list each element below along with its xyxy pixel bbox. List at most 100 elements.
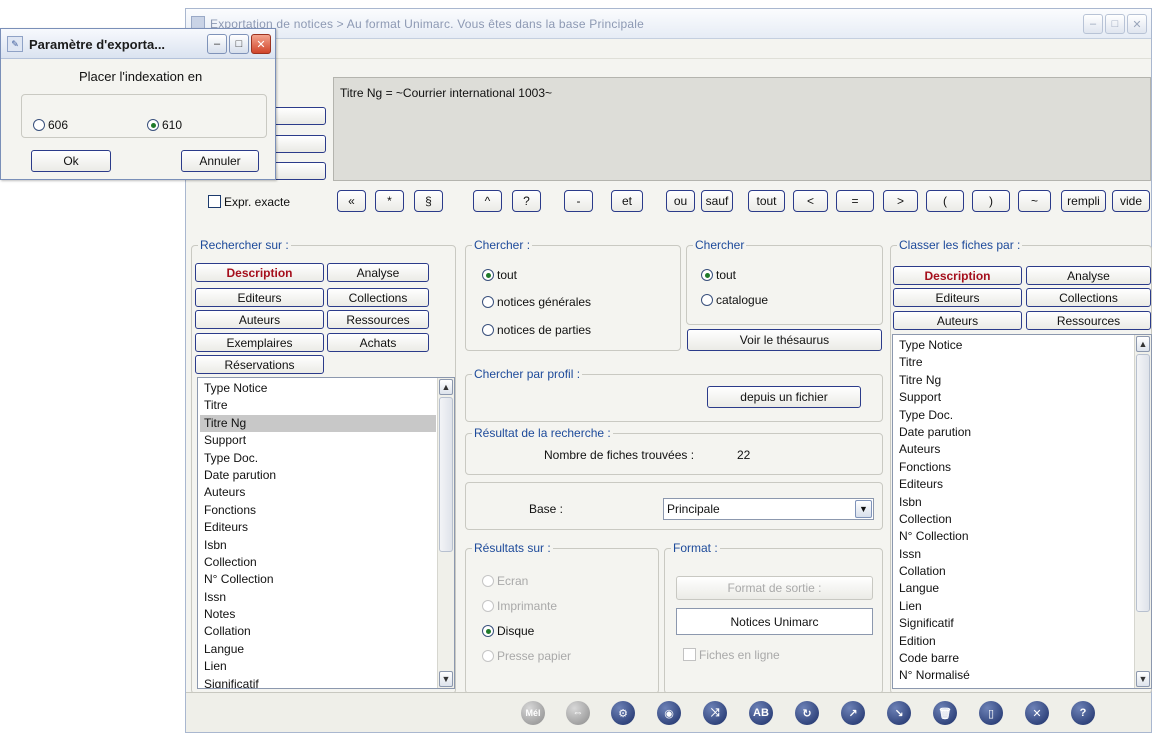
document-icon[interactable]: ▯ — [979, 701, 1003, 725]
scroll-up-icon[interactable]: ▲ — [439, 379, 453, 395]
search-auteurs-button[interactable]: Auteurs — [195, 310, 324, 329]
list-item[interactable]: Editeurs — [200, 519, 436, 536]
list-item[interactable]: Titre Ng — [200, 414, 436, 433]
list-item[interactable]: Collection — [895, 511, 1133, 528]
base-select[interactable]: Principale ▼ — [663, 498, 874, 520]
search-collections-button[interactable]: Collections — [327, 288, 429, 307]
cancel-button[interactable]: Annuler — [181, 150, 259, 172]
list-item[interactable]: Auteurs — [200, 484, 436, 501]
operator-guillemet-button[interactable]: « — [337, 190, 366, 212]
sort-description-button[interactable]: Description — [893, 266, 1022, 285]
indexation-606-radio[interactable]: 606 — [33, 118, 68, 132]
operator-open-paren-button[interactable]: ( — [926, 190, 964, 212]
gear-icon[interactable]: ⚙ — [611, 701, 635, 725]
maximize-icon[interactable]: □ — [229, 34, 249, 54]
search-reservations-button[interactable]: Réservations — [195, 355, 324, 374]
list-item[interactable]: Collection — [200, 554, 436, 571]
list-item[interactable]: N° Normalisé — [895, 667, 1133, 684]
list-item[interactable]: Support — [200, 432, 436, 449]
sort-fields-listbox[interactable]: Type Notice Titre Titre Ng Support Type Doc.… — [892, 334, 1152, 689]
operator-equal-button[interactable]: = — [836, 190, 874, 212]
search-fields-scrollbar[interactable]: ▲ ▼ — [437, 378, 454, 688]
view-thesaurus-button[interactable]: Voir le thésaurus — [687, 329, 882, 351]
operator-less-button[interactable]: < — [793, 190, 828, 212]
operator-ou-button[interactable]: ou — [666, 190, 695, 212]
search-ressources-button[interactable]: Ressources — [327, 310, 429, 329]
minimize-icon[interactable]: – — [1083, 14, 1103, 34]
list-item[interactable]: Notes — [200, 606, 436, 623]
list-item[interactable]: Issn — [895, 546, 1133, 563]
operator-star-button[interactable]: * — [375, 190, 404, 212]
cancel-icon[interactable]: ✕ — [1025, 701, 1049, 725]
sort-ressources-button[interactable]: Ressources — [1026, 311, 1151, 330]
search-analyse-button[interactable]: Analyse — [327, 263, 429, 282]
results-disque-radio[interactable]: Disque — [482, 624, 534, 638]
clipboard-icon[interactable]: ⇔ — [566, 701, 590, 725]
list-item[interactable]: Titre Ng — [895, 372, 1133, 389]
eye-icon[interactable]: ◉ — [657, 701, 681, 725]
chevron-down-icon[interactable]: ▼ — [855, 500, 872, 518]
sort-auteurs-button[interactable]: Auteurs — [893, 311, 1022, 330]
list-item[interactable]: Fonctions — [200, 502, 436, 519]
list-item[interactable]: Lien — [200, 658, 436, 675]
list-item[interactable]: N° Collection — [895, 528, 1133, 545]
list-item[interactable]: Fonctions — [895, 459, 1133, 476]
operator-vide-button[interactable]: vide — [1112, 190, 1150, 212]
import-icon[interactable]: ↘ — [887, 701, 911, 725]
results-presse-papier-radio[interactable]: Presse papier — [482, 649, 571, 663]
list-item[interactable]: Type Doc. — [895, 407, 1133, 424]
list-item[interactable]: Edition — [895, 633, 1133, 650]
mail-icon[interactable]: Mél — [521, 701, 545, 725]
operator-close-paren-button[interactable]: ) — [972, 190, 1010, 212]
operator-sauf-button[interactable]: sauf — [701, 190, 733, 212]
scroll-up-icon[interactable]: ▲ — [1136, 336, 1150, 352]
list-item[interactable]: Significatif — [200, 676, 436, 688]
scroll-down-icon[interactable]: ▼ — [439, 671, 453, 687]
list-item[interactable]: Date parution — [200, 467, 436, 484]
close-icon[interactable]: ✕ — [251, 34, 271, 54]
list-item[interactable]: Significatif — [895, 615, 1133, 632]
exact-expression-checkbox[interactable]: Expr. exacte — [208, 195, 290, 209]
list-item[interactable]: N° Collection — [200, 571, 436, 588]
trash-icon[interactable]: 🗑 — [933, 701, 957, 725]
list-item[interactable]: Isbn — [200, 537, 436, 554]
chercher-2-catalogue-radio[interactable]: catalogue — [701, 293, 768, 307]
operator-question-button[interactable]: ? — [512, 190, 541, 212]
shuffle-icon[interactable]: ⤨ — [703, 701, 727, 725]
search-fields-listbox[interactable]: Type Notice Titre Titre Ng Support Type Doc.… — [197, 377, 455, 689]
search-description-button[interactable]: Description — [195, 263, 324, 282]
refresh-icon[interactable]: ↻ — [795, 701, 819, 725]
chercher-1-notices-generales-radio[interactable]: notices générales — [482, 295, 591, 309]
results-imprimante-radio[interactable]: Imprimante — [482, 599, 557, 613]
list-item[interactable]: Titre — [200, 397, 436, 414]
operator-et-button[interactable]: et — [611, 190, 643, 212]
sort-collections-button[interactable]: Collections — [1026, 288, 1151, 307]
list-item[interactable]: Langue — [895, 580, 1133, 597]
scroll-down-icon[interactable]: ▼ — [1136, 671, 1150, 687]
operator-tilde-button[interactable]: ~ — [1018, 190, 1051, 212]
list-item[interactable]: Date parution — [895, 424, 1133, 441]
ok-button[interactable]: Ok — [31, 150, 111, 172]
list-item[interactable]: Type Notice — [895, 337, 1133, 354]
chercher-1-tout-radio[interactable]: tout — [482, 268, 517, 282]
list-item[interactable]: Lien — [895, 598, 1133, 615]
operator-minus-button[interactable]: - — [564, 190, 593, 212]
list-item[interactable]: Code barre — [895, 650, 1133, 667]
indexation-610-radio[interactable]: 610 — [147, 118, 182, 132]
maximize-icon[interactable]: □ — [1105, 14, 1125, 34]
operator-greater-button[interactable]: > — [883, 190, 918, 212]
online-records-checkbox[interactable]: Fiches en ligne — [683, 648, 780, 662]
list-item[interactable]: Editeurs — [895, 476, 1133, 493]
sort-editeurs-button[interactable]: Editeurs — [893, 288, 1022, 307]
list-item[interactable]: Support — [895, 389, 1133, 406]
operator-section-button[interactable]: § — [414, 190, 443, 212]
search-exemplaires-button[interactable]: Exemplaires — [195, 333, 324, 352]
close-icon[interactable]: ✕ — [1127, 14, 1147, 34]
list-item[interactable]: Type Notice — [200, 380, 436, 397]
chercher-2-tout-radio[interactable]: tout — [701, 268, 736, 282]
help-icon[interactable]: ? — [1071, 701, 1095, 725]
from-file-button[interactable]: depuis un fichier — [707, 386, 861, 408]
search-editeurs-button[interactable]: Editeurs — [195, 288, 324, 307]
query-textarea[interactable]: Titre Ng = ~Courrier international 1003~ — [333, 77, 1151, 181]
results-ecran-radio[interactable]: Ecran — [482, 574, 528, 588]
